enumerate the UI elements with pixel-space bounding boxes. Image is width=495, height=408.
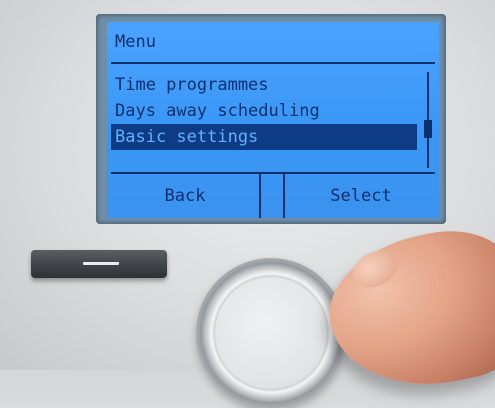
scrollbar-thumb [424, 120, 432, 138]
thermostat-device: Menu Time programmes Days away schedulin… [0, 0, 495, 408]
menu-item-basic-settings[interactable]: Basic settings [111, 124, 417, 150]
menu-list: Time programmes Days away scheduling Bas… [111, 72, 417, 170]
user-finger [316, 217, 495, 405]
back-button[interactable] [31, 250, 167, 278]
horizontal-line-icon [83, 262, 119, 265]
softkey-back-label: Back [111, 174, 261, 218]
rotary-dial-center[interactable] [215, 277, 327, 389]
title-divider [111, 62, 435, 64]
menu-item-days-away-scheduling[interactable]: Days away scheduling [111, 98, 417, 124]
softkey-select-label: Select [283, 174, 437, 218]
menu-item-time-programmes[interactable]: Time programmes [111, 72, 417, 98]
screen-title: Menu [115, 32, 156, 52]
lcd-screen: Menu Time programmes Days away schedulin… [107, 22, 439, 218]
